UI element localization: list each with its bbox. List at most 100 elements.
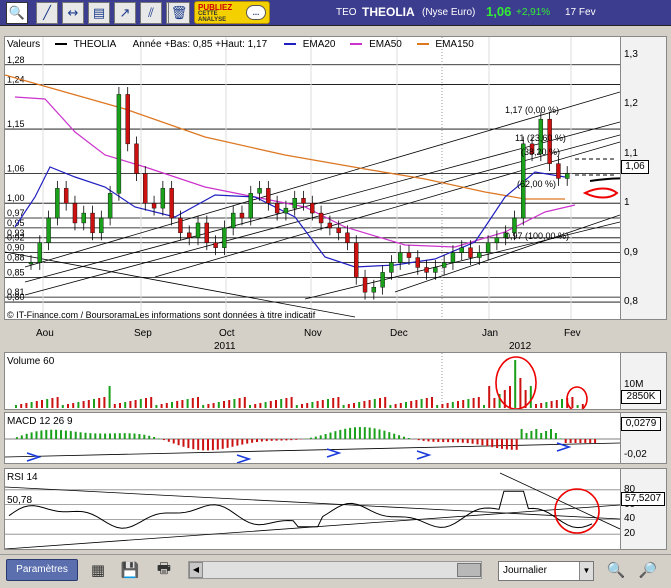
volume-bar [93,399,95,408]
volume-bar [46,399,49,408]
volume-bar [202,405,205,408]
arrow-icon[interactable]: ↗ [114,2,136,24]
macd-bar [275,439,278,441]
zoom-out-icon[interactable]: 🔍 [604,558,628,582]
hand-drawn-mark [589,177,646,182]
candle-down [90,212,95,234]
volume-bar [488,386,491,408]
volume-panel[interactable]: Volume 60 [4,352,621,412]
macd-bar [584,439,587,443]
macd-bar [368,427,371,439]
horizontal-line-icon[interactable]: ↔ [62,2,84,24]
macd-bar [270,439,273,441]
quote-header: TEO THEOLIA (Nyse Euro) 1,06 +2,91% 17 F… [276,3,670,23]
macd-bar [358,427,361,439]
macd-bar [45,429,48,439]
macd-bar [393,433,396,439]
scroll-left-icon[interactable]: ◀ [189,562,203,578]
macd-panel[interactable]: MACD 12 26 9 [4,412,621,464]
hand-drawn-arrow [26,452,42,462]
price-axis-tick: 1,3 [624,48,638,60]
parameters-button[interactable]: Paramètres [6,559,78,581]
volume-bar [535,404,537,408]
macd-bar [30,432,33,439]
volume-bar [113,404,116,408]
candle-up [292,198,297,209]
time-scrollbar[interactable]: ◀ [188,561,482,579]
save-icon[interactable]: 💾 [118,558,142,582]
volume-bar [207,404,210,408]
macd-bar [104,433,107,439]
volume-bar [119,403,121,408]
volume-bar [311,402,314,408]
macd-chart[interactable] [4,413,621,464]
macd-bar [182,439,185,447]
volume-bar [295,405,298,408]
scroll-thumb[interactable] [457,563,481,577]
price-chart[interactable]: 1,281,241,151,061,000,970,950,930,920,90… [4,37,646,319]
month-label: Dec [390,328,408,339]
hand-drawn-arrow [416,450,432,460]
trend-line [4,251,356,318]
trend-line [304,221,621,300]
macd-bar [447,439,450,443]
rsi-panel[interactable]: RSI 14 50,78 [4,468,621,550]
quote-code: TEO [336,7,357,18]
period-select[interactable]: Journalier ▼ [498,561,594,581]
line-tool-icon[interactable]: ╱ [36,2,58,24]
volume-bar [243,397,246,408]
bottom-toolbar: Paramètres ▦ 💾 🖶 ◀ Journalier ▼ 🔍 🔎 [0,554,671,588]
excel-export-icon[interactable]: ▦ [86,558,110,582]
macd-bar [329,432,332,439]
publish-analysis-button[interactable]: PUBLIEZ CETTE ANALYSE ... [194,1,270,24]
volume-bar [399,403,402,408]
macd-bar [388,432,391,439]
toolbar: 🔍╱↔▤↗⫽⇵🗑 PUBLIEZ CETTEANALYSE ... TEO TH… [0,0,671,26]
zoom-tool-icon[interactable]: 🔍 [6,2,28,24]
volume-bar [212,403,215,408]
macd-bar [148,435,151,439]
volume-bar [30,402,33,408]
volume-bar [35,401,38,408]
hand-drawn-red-mark [582,187,619,199]
volume-bar [129,401,132,408]
candle-up [397,252,403,263]
volume-chart[interactable] [5,353,620,412]
price-axis: 1,3 1,2 1,1 1 0,9 0,8 [621,36,667,320]
macd-bar [486,439,489,447]
candle-down [178,217,183,234]
volume-bar [249,405,251,408]
price-axis-tick: 0,9 [624,246,638,258]
channel-icon[interactable]: ⫽ [140,2,162,24]
price-chart-panel[interactable]: 1,28 1,24 1,15 1,06 1,00 0,97 0,95 0,93 0,92 0,90… [4,36,646,320]
hand-drawn-circle [554,488,600,534]
macd-bar [422,439,425,441]
zoom-in-icon[interactable]: 🔎 [636,558,660,582]
macd-bar [579,439,582,443]
volume-tick: 10M [624,379,644,390]
volume-bar [373,399,376,408]
fibonacci-icon[interactable]: ▤ [88,2,110,24]
candle-up [81,212,86,224]
macd-bar [226,439,229,448]
macd-bar [476,439,479,445]
candle-up [389,262,394,273]
volume-bar [451,402,454,408]
candle-down [406,252,412,258]
macd-tick: -0,02 [624,449,647,460]
legend-stats: Année +Bas: 0,85 +Haut: 1,17 [132,39,268,50]
macd-bar [64,430,67,439]
chevron-down-icon[interactable]: ▼ [579,562,593,580]
level-label: 1,28 [7,55,25,65]
volume-bar [519,378,522,408]
candle-up [230,212,236,229]
macd-bar [50,429,53,439]
macd-bar [471,439,474,444]
rsi-chart[interactable] [4,469,621,550]
trash-icon[interactable]: 🗑 [168,2,190,24]
macd-bar [113,433,116,439]
macd-bar [74,431,77,439]
macd-bar [461,439,464,443]
macd-bar [177,439,180,446]
print-icon[interactable]: 🖶 [152,558,176,582]
